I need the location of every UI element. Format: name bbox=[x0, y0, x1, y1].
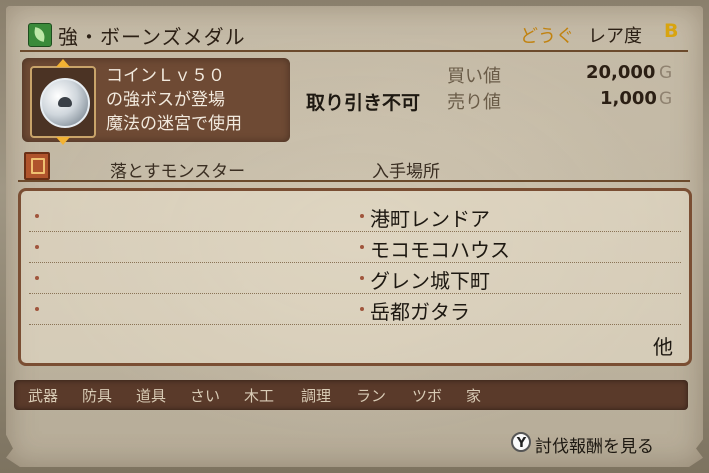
y-button-icon[interactable]: Y bbox=[511, 432, 531, 452]
bullet-icon bbox=[360, 307, 364, 311]
tab-weapons[interactable]: 武器 bbox=[28, 385, 58, 406]
title-bar: 強・ボーンズメダル どうぐ レア度 B bbox=[20, 20, 688, 52]
bullet-icon bbox=[360, 276, 364, 280]
tab-cooking[interactable]: 調理 bbox=[301, 385, 331, 406]
bullet-icon bbox=[360, 214, 364, 218]
location-name: 岳都ガタラ bbox=[370, 300, 470, 324]
tab-armor[interactable]: 防具 bbox=[82, 385, 112, 406]
leaf-icon bbox=[28, 23, 52, 47]
category-tabs: 武器 防具 道具 さい 木工 調理 ラン ツボ 家 bbox=[14, 380, 688, 410]
tab-lamp[interactable]: ラン bbox=[356, 385, 386, 406]
row-divider bbox=[29, 324, 681, 325]
description-line: コインＬｖ５０ bbox=[106, 66, 225, 86]
currency-unit: G bbox=[659, 63, 673, 83]
rarity-label: レア度 bbox=[588, 26, 642, 47]
tab-pot[interactable]: ツボ bbox=[412, 385, 442, 406]
book-icon bbox=[24, 152, 50, 180]
bullet-icon bbox=[35, 214, 39, 218]
sell-price-label: 売り値 bbox=[447, 92, 501, 113]
location-column-header: 入手場所 bbox=[372, 162, 440, 182]
section-divider bbox=[18, 180, 690, 182]
description-line: 魔法の迷宮で使用 bbox=[106, 114, 242, 134]
currency-unit: G bbox=[659, 89, 673, 109]
buy-price-value: 20,000 bbox=[586, 62, 656, 83]
monster-column-header: 落とすモンスター bbox=[110, 162, 246, 182]
item-description: コインＬｖ５０ の強ボスが登場 魔法の迷宮で使用 bbox=[106, 64, 286, 136]
drop-list-panel: 港町レンドア モコモコハウス グレン城下町 岳都ガタラ 他 bbox=[18, 188, 692, 366]
arrow-up-icon bbox=[56, 59, 70, 67]
location-name: 港町レンドア bbox=[370, 207, 490, 231]
location-name: グレン城下町 bbox=[370, 269, 490, 293]
item-info-box: コインＬｖ５０ の強ボスが登場 魔法の迷宮で使用 bbox=[22, 58, 290, 145]
trade-status: 取り引き不可 bbox=[306, 92, 421, 114]
list-row[interactable]: モコモコハウス bbox=[21, 232, 689, 263]
arrow-down-icon bbox=[56, 137, 70, 145]
buy-price-label: 買い値 bbox=[447, 66, 501, 87]
tab-sewing[interactable]: さい bbox=[190, 385, 220, 406]
bullet-icon bbox=[360, 245, 364, 249]
tab-house[interactable]: 家 bbox=[466, 385, 481, 406]
bullet-icon bbox=[35, 307, 39, 311]
tab-tools[interactable]: 道具 bbox=[136, 385, 166, 406]
location-name: モコモコハウス bbox=[370, 238, 510, 262]
item-category: どうぐ bbox=[520, 26, 574, 47]
rarity-value: B bbox=[664, 20, 679, 42]
item-name: 強・ボーンズメダル bbox=[58, 25, 246, 49]
item-icon-frame[interactable] bbox=[30, 59, 96, 145]
view-rewards-label[interactable]: 討伐報酬を見る bbox=[535, 432, 654, 457]
list-row[interactable]: グレン城下町 bbox=[21, 263, 689, 294]
list-row[interactable]: 港町レンドア bbox=[21, 201, 689, 232]
bullet-icon bbox=[35, 245, 39, 249]
description-line: の強ボスが登場 bbox=[106, 90, 225, 110]
more-label[interactable]: 他 bbox=[653, 331, 673, 360]
list-row[interactable]: 岳都ガタラ bbox=[21, 294, 689, 325]
tab-woodwork[interactable]: 木工 bbox=[244, 385, 274, 406]
sell-price-value: 1,000 bbox=[600, 88, 657, 109]
skull-medal-icon bbox=[40, 78, 90, 128]
bullet-icon bbox=[35, 276, 39, 280]
skull-icon bbox=[58, 97, 72, 107]
